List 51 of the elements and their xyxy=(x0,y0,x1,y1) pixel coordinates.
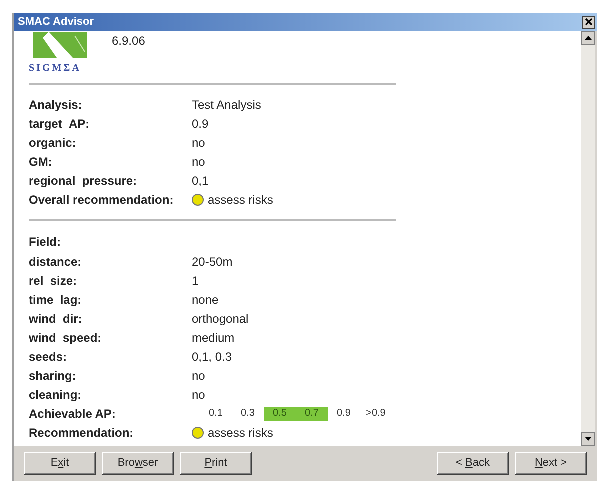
field-label: rel_size: xyxy=(29,272,78,290)
field-label: target_AP: xyxy=(29,116,91,132)
field-label: Analysis: xyxy=(29,96,84,114)
field-label: distance: xyxy=(29,254,83,270)
field-value: no xyxy=(192,368,206,384)
field-label: time_lag: xyxy=(29,292,83,308)
section-heading: Field: xyxy=(29,234,61,250)
field-value: no xyxy=(192,386,206,404)
field-value: orthogonal xyxy=(192,310,249,328)
scale-step: 0.5 xyxy=(264,406,296,420)
scale-step: 0.3 xyxy=(232,406,264,420)
field-label: Achievable AP: xyxy=(29,406,117,422)
field-value: no xyxy=(192,154,206,170)
close-button[interactable] xyxy=(582,16,595,28)
logo-text: SIGMΣA xyxy=(29,62,82,76)
dialog-button[interactable]: Exit xyxy=(24,452,96,475)
version-text: 6.9.06 xyxy=(112,33,146,50)
scrollbar[interactable] xyxy=(581,31,595,446)
field-label: wind_dir: xyxy=(29,310,84,328)
field-value: medium xyxy=(192,330,235,346)
field-label: Recommendation: xyxy=(29,424,135,442)
scale-step: >0.9 xyxy=(360,406,392,420)
field-label: seeds: xyxy=(29,348,68,366)
field-value: 0,1, 0.3 xyxy=(192,348,232,366)
field-value: none xyxy=(192,292,219,308)
field-label: organic: xyxy=(29,134,78,152)
field-label: sharing: xyxy=(29,368,78,384)
dialog-button[interactable]: Print xyxy=(180,452,252,475)
recommendation-text: assess risks xyxy=(208,424,274,442)
scale-step: 0.9 xyxy=(328,406,360,420)
close-icon xyxy=(584,18,592,26)
field-label: wind_speed: xyxy=(29,330,103,346)
window-title: SMAC Advisor xyxy=(18,14,94,30)
scale-step: 0.1 xyxy=(200,406,232,420)
down-arrow-icon xyxy=(584,437,592,441)
field-value: no xyxy=(192,134,206,152)
up-arrow-icon xyxy=(584,36,592,40)
field-value: 0.9 xyxy=(192,116,209,132)
field-value: 1 xyxy=(192,272,199,290)
dialog-button[interactable]: Browser xyxy=(102,452,174,475)
field-value: 20-50m xyxy=(192,254,233,270)
field-label: cleaning: xyxy=(29,386,83,404)
dialog-button[interactable]: Next > xyxy=(515,452,587,475)
field-label: regional_pressure: xyxy=(29,172,138,190)
field-label: Overall recommendation: xyxy=(29,192,175,208)
recommendation-text: assess risks xyxy=(208,192,274,208)
scale-step: 0.7 xyxy=(296,406,328,420)
field-value: 0,1 xyxy=(192,172,209,190)
field-value: Test Analysis xyxy=(192,96,262,114)
field-label: GM: xyxy=(29,154,54,170)
dialog-button[interactable]: < Back xyxy=(437,452,509,475)
